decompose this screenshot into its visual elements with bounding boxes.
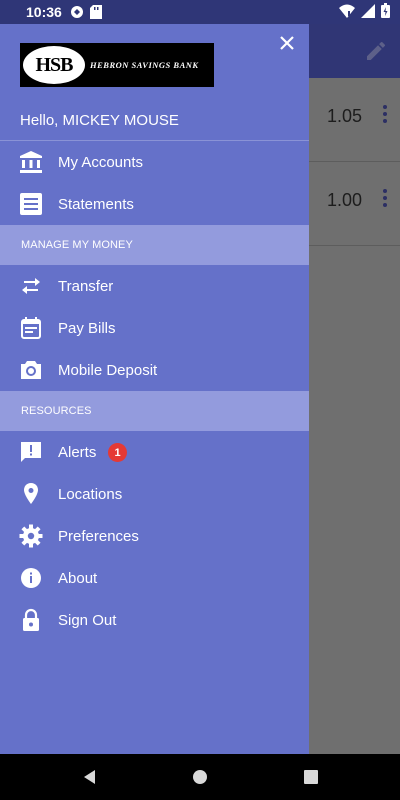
statements-icon [19, 192, 43, 216]
alert-icon [19, 440, 43, 464]
nav-label: Sign Out [58, 611, 117, 629]
nav-label: Locations [58, 485, 123, 503]
battery-icon [381, 3, 390, 21]
system-nav-bar [0, 754, 400, 800]
wifi-icon [339, 4, 355, 21]
nav-pay-bills[interactable]: Pay Bills [0, 307, 309, 349]
info-icon [19, 566, 43, 590]
signal-icon [361, 3, 375, 21]
edit-icon[interactable] [364, 39, 388, 63]
navigation-drawer: HSB HEBRON SAVINGS BANK Hello, MICKEY MO… [0, 24, 309, 754]
bank-icon [19, 150, 43, 174]
transfer-icon [19, 274, 43, 298]
location-pin-icon [19, 482, 43, 506]
nav-label: Pay Bills [58, 319, 116, 337]
nav-about[interactable]: About [0, 557, 309, 599]
more-vert-icon[interactable] [382, 105, 388, 127]
nav-label: About [58, 569, 98, 587]
logo-initials: HSB [23, 46, 85, 84]
more-vert-icon[interactable] [382, 189, 388, 211]
status-bar: 10:36 [0, 0, 400, 24]
sd-card-icon [89, 5, 102, 19]
user-greeting: Hello, MICKEY MOUSE [20, 112, 179, 129]
nav-label: Statements [58, 195, 134, 213]
nav-label: Alerts [58, 443, 97, 461]
nav-alerts[interactable]: Alerts 1 [0, 431, 309, 473]
nav-mobile-deposit[interactable]: Mobile Deposit [0, 349, 309, 391]
account-balance: 1.05 [326, 106, 362, 126]
home-icon[interactable] [190, 767, 210, 787]
nav-transfer[interactable]: Transfer [0, 265, 309, 307]
gear-icon [19, 524, 43, 548]
close-icon[interactable] [277, 33, 297, 53]
nav-statements[interactable]: Statements [0, 183, 309, 225]
nav-label: Mobile Deposit [58, 361, 158, 379]
nav-label: Preferences [58, 527, 139, 545]
nav-locations[interactable]: Locations [0, 473, 309, 515]
nav-preferences[interactable]: Preferences [0, 515, 309, 557]
nav-sign-out[interactable]: Sign Out [0, 599, 309, 641]
calendar-icon [19, 316, 43, 340]
section-manage-my-money: MANAGE MY MONEY [0, 225, 309, 265]
nav-my-accounts[interactable]: My Accounts [0, 141, 309, 183]
lock-icon [19, 608, 43, 632]
back-icon[interactable] [80, 767, 100, 787]
camera-icon [19, 358, 43, 382]
drawer-header: HSB HEBRON SAVINGS BANK Hello, MICKEY MO… [0, 24, 309, 141]
bank-logo: HSB HEBRON SAVINGS BANK [20, 43, 214, 87]
nav-label: My Accounts [58, 153, 144, 171]
logo-name: HEBRON SAVINGS BANK [90, 60, 199, 70]
nav-label: Transfer [58, 277, 114, 295]
alerts-badge: 1 [108, 443, 127, 462]
section-resources: RESOURCES [0, 391, 309, 431]
account-balance: 1.00 [326, 190, 362, 210]
status-time: 10:36 [26, 4, 62, 20]
sync-icon [70, 5, 84, 19]
recents-icon[interactable] [301, 767, 321, 787]
